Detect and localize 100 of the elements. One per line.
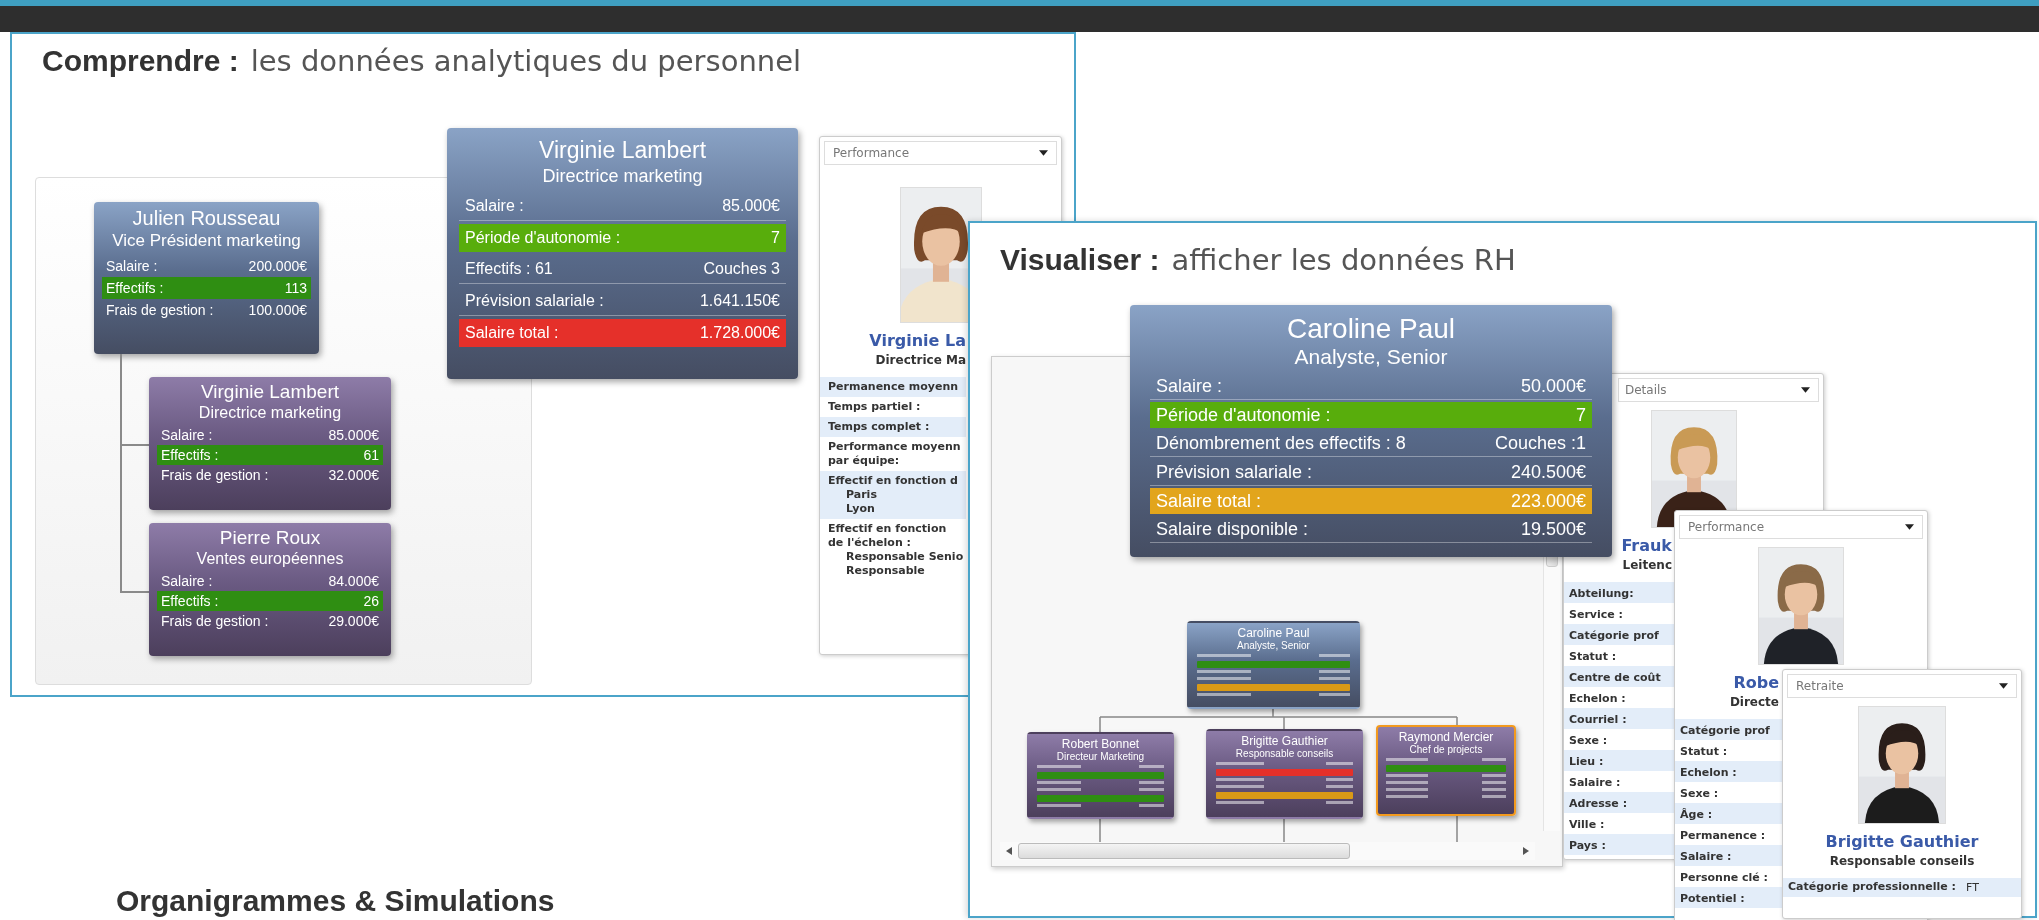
row-label: Dénombrement des effectifs : 8 [1156, 432, 1406, 455]
person-name: Robert Bonnet [1060, 737, 1141, 751]
dropdown[interactable]: Performance [1679, 515, 1923, 539]
left-arrow-icon[interactable] [1006, 847, 1012, 855]
row-label: Effectifs : [161, 592, 219, 611]
right-arrow-icon[interactable] [1523, 847, 1529, 855]
person-card[interactable]: Julien Rousseau Vice Président marketing Salaire : 200.000€ Effectifs : 113 Frais de gestion : 100.000€ [94, 202, 319, 354]
row-value: 29.000€ [328, 612, 379, 631]
field-label: Statut : [1680, 745, 1728, 758]
person-name: Julien Rousseau [131, 206, 282, 230]
dropdown[interactable]: Details [1618, 378, 1819, 402]
job-title: Analyste, Senior [1293, 345, 1449, 369]
person-name[interactable]: Virginie La [820, 331, 966, 351]
row-label: Effectifs : [161, 446, 219, 465]
job-title: Directrice marketing [197, 403, 343, 422]
person-name: Virginie Lambert [200, 381, 340, 403]
job-title: Directe [1728, 694, 1779, 711]
field-label: Lyon [845, 502, 876, 516]
field-label: Personne clé : [1680, 871, 1768, 884]
person-card[interactable]: Robert Bonnet Directeur Marketing [1027, 732, 1174, 819]
field-label: Responsable Senio [845, 550, 964, 564]
job-title: Directrice Ma [874, 352, 966, 369]
field-label: Service : [1569, 608, 1623, 621]
row-value: 7 [771, 228, 780, 248]
panel-heading: Visualiser : [1000, 243, 1160, 276]
field-label: Permanence moyenn [828, 380, 960, 394]
field-label: Performance moyenn [828, 440, 962, 454]
person-name: Raymond Mercier [1397, 730, 1495, 744]
person-card[interactable]: Pierre Roux Ventes européennes Salaire : 84.000€ Effectifs : 26 Frais de gestion : 29.000€ [149, 523, 391, 656]
row-value: 26 [363, 592, 379, 611]
job-title: Ventes européennes [195, 549, 345, 568]
job-title: Chef de projects [1408, 744, 1484, 756]
job-title: Directrice marketing [541, 165, 704, 188]
row-label: Frais de gestion : [106, 301, 214, 320]
person-name[interactable]: Robe [1675, 673, 1779, 693]
person-card[interactable]: Raymond Mercier Chef de projects [1376, 725, 1516, 816]
person-tooltip[interactable]: Virginie Lambert Directrice marketing Salaire : 85.000€ Période d'autonomie : 7 Effectifs : 61 Couches 3 Prévision salariale : 1.641.150€ Salaire total : 1.728.000€ [447, 128, 798, 379]
field-label: Salaire : [1569, 776, 1621, 789]
field-label: Effectif en fonction [828, 522, 948, 536]
row-value: 223.000€ [1510, 490, 1586, 513]
row-value: 50.000€ [1520, 375, 1586, 398]
person-tooltip[interactable]: Caroline Paul Analyste, Senior Salaire : 50.000€ Période d'autonomie : 7 Dénombrement des effectifs : 8 Couches :1 Prévision salariale : 240.500€ Salaire total : 223.000€ Salaire disponible : 19.500€ [1130, 305, 1612, 557]
row-label: Frais de gestion : [161, 612, 269, 631]
row-value: Couches 3 [703, 259, 780, 279]
row-label: Prévision salariale : [1156, 461, 1313, 484]
row-value: 113 [284, 279, 307, 298]
field-label: Catégorie professionnelle : [1788, 880, 1956, 895]
section-title: Organigrammes & Simulations [116, 884, 555, 918]
row-label: Période d'autonomie : [1156, 404, 1331, 427]
field-label: Statut : [1569, 650, 1617, 663]
field-label: Courriel : [1569, 713, 1627, 726]
row-label: Salaire disponible : [1156, 518, 1309, 541]
field-label: Centre de coût [1569, 671, 1661, 684]
row-label: Salaire : [106, 257, 158, 276]
person-card[interactable]: Virginie Lambert Directrice marketing Salaire : 85.000€ Effectifs : 61 Frais de gestion : 32.000€ [149, 377, 391, 510]
row-value: 85.000€ [328, 426, 379, 445]
field-label: Echelon : [1569, 692, 1626, 705]
row-label: Salaire total : [465, 323, 559, 343]
row-label: Prévision salariale : [465, 291, 604, 311]
field-label: de l'échelon : [828, 536, 912, 550]
job-title: Responsable conseils [1234, 748, 1335, 760]
person-card[interactable]: Caroline Paul Analyste, Senior [1187, 621, 1360, 709]
field-label: par équipe: [828, 454, 901, 468]
job-title: Directeur Marketing [1055, 751, 1146, 763]
field-label: Potentiel : [1680, 892, 1745, 905]
row-label: Salaire : [465, 196, 524, 216]
field-label: Lieu : [1569, 755, 1604, 768]
field-label: Ville : [1569, 818, 1605, 831]
row-label: Salaire : [1156, 375, 1223, 398]
row-value: 61 [363, 446, 379, 465]
person-name: Brigitte Gauthier [1240, 734, 1329, 748]
person-card[interactable]: Brigitte Gauthier Responsable conseils [1206, 729, 1363, 819]
person-name: Caroline Paul [1236, 626, 1311, 640]
field-label: Sexe : [1680, 787, 1719, 800]
field-label: Sexe : [1569, 734, 1608, 747]
dropdown[interactable]: Retraite [1787, 674, 2017, 698]
field-label: Catégorie prof [1569, 629, 1659, 642]
field-label: Catégorie prof [1680, 724, 1770, 737]
scrollbar-thumb[interactable] [1018, 843, 1350, 859]
dropdown[interactable]: Performance [824, 141, 1057, 165]
field-label: Responsable [845, 564, 926, 578]
field-label: Permanence : [1680, 829, 1766, 842]
field-value: FT [1966, 880, 1979, 895]
row-label: Frais de gestion : [161, 466, 269, 485]
row-label: Salaire : [161, 426, 213, 445]
field-label: Effectif en fonction d [828, 474, 959, 488]
field-label: Adresse : [1569, 797, 1628, 810]
panel-subheading: afficher les données RH [1171, 243, 1516, 277]
row-label: Salaire : [161, 572, 213, 591]
row-value: 85.000€ [722, 196, 780, 216]
panel-subheading: les données analytiques du personnel [250, 44, 802, 78]
panel-heading: Comprendre : [42, 44, 239, 77]
row-value: 19.500€ [1520, 518, 1586, 541]
person-name: Caroline Paul [1285, 313, 1457, 345]
person-name[interactable]: Brigitte Gauthier [1783, 832, 2021, 852]
row-label: Période d'autonomie : [465, 228, 621, 248]
caret-icon [1039, 150, 1048, 156]
row-value: 1.728.000€ [699, 323, 780, 343]
person-name: Pierre Roux [218, 527, 322, 549]
field-label: Âge : [1680, 808, 1713, 821]
